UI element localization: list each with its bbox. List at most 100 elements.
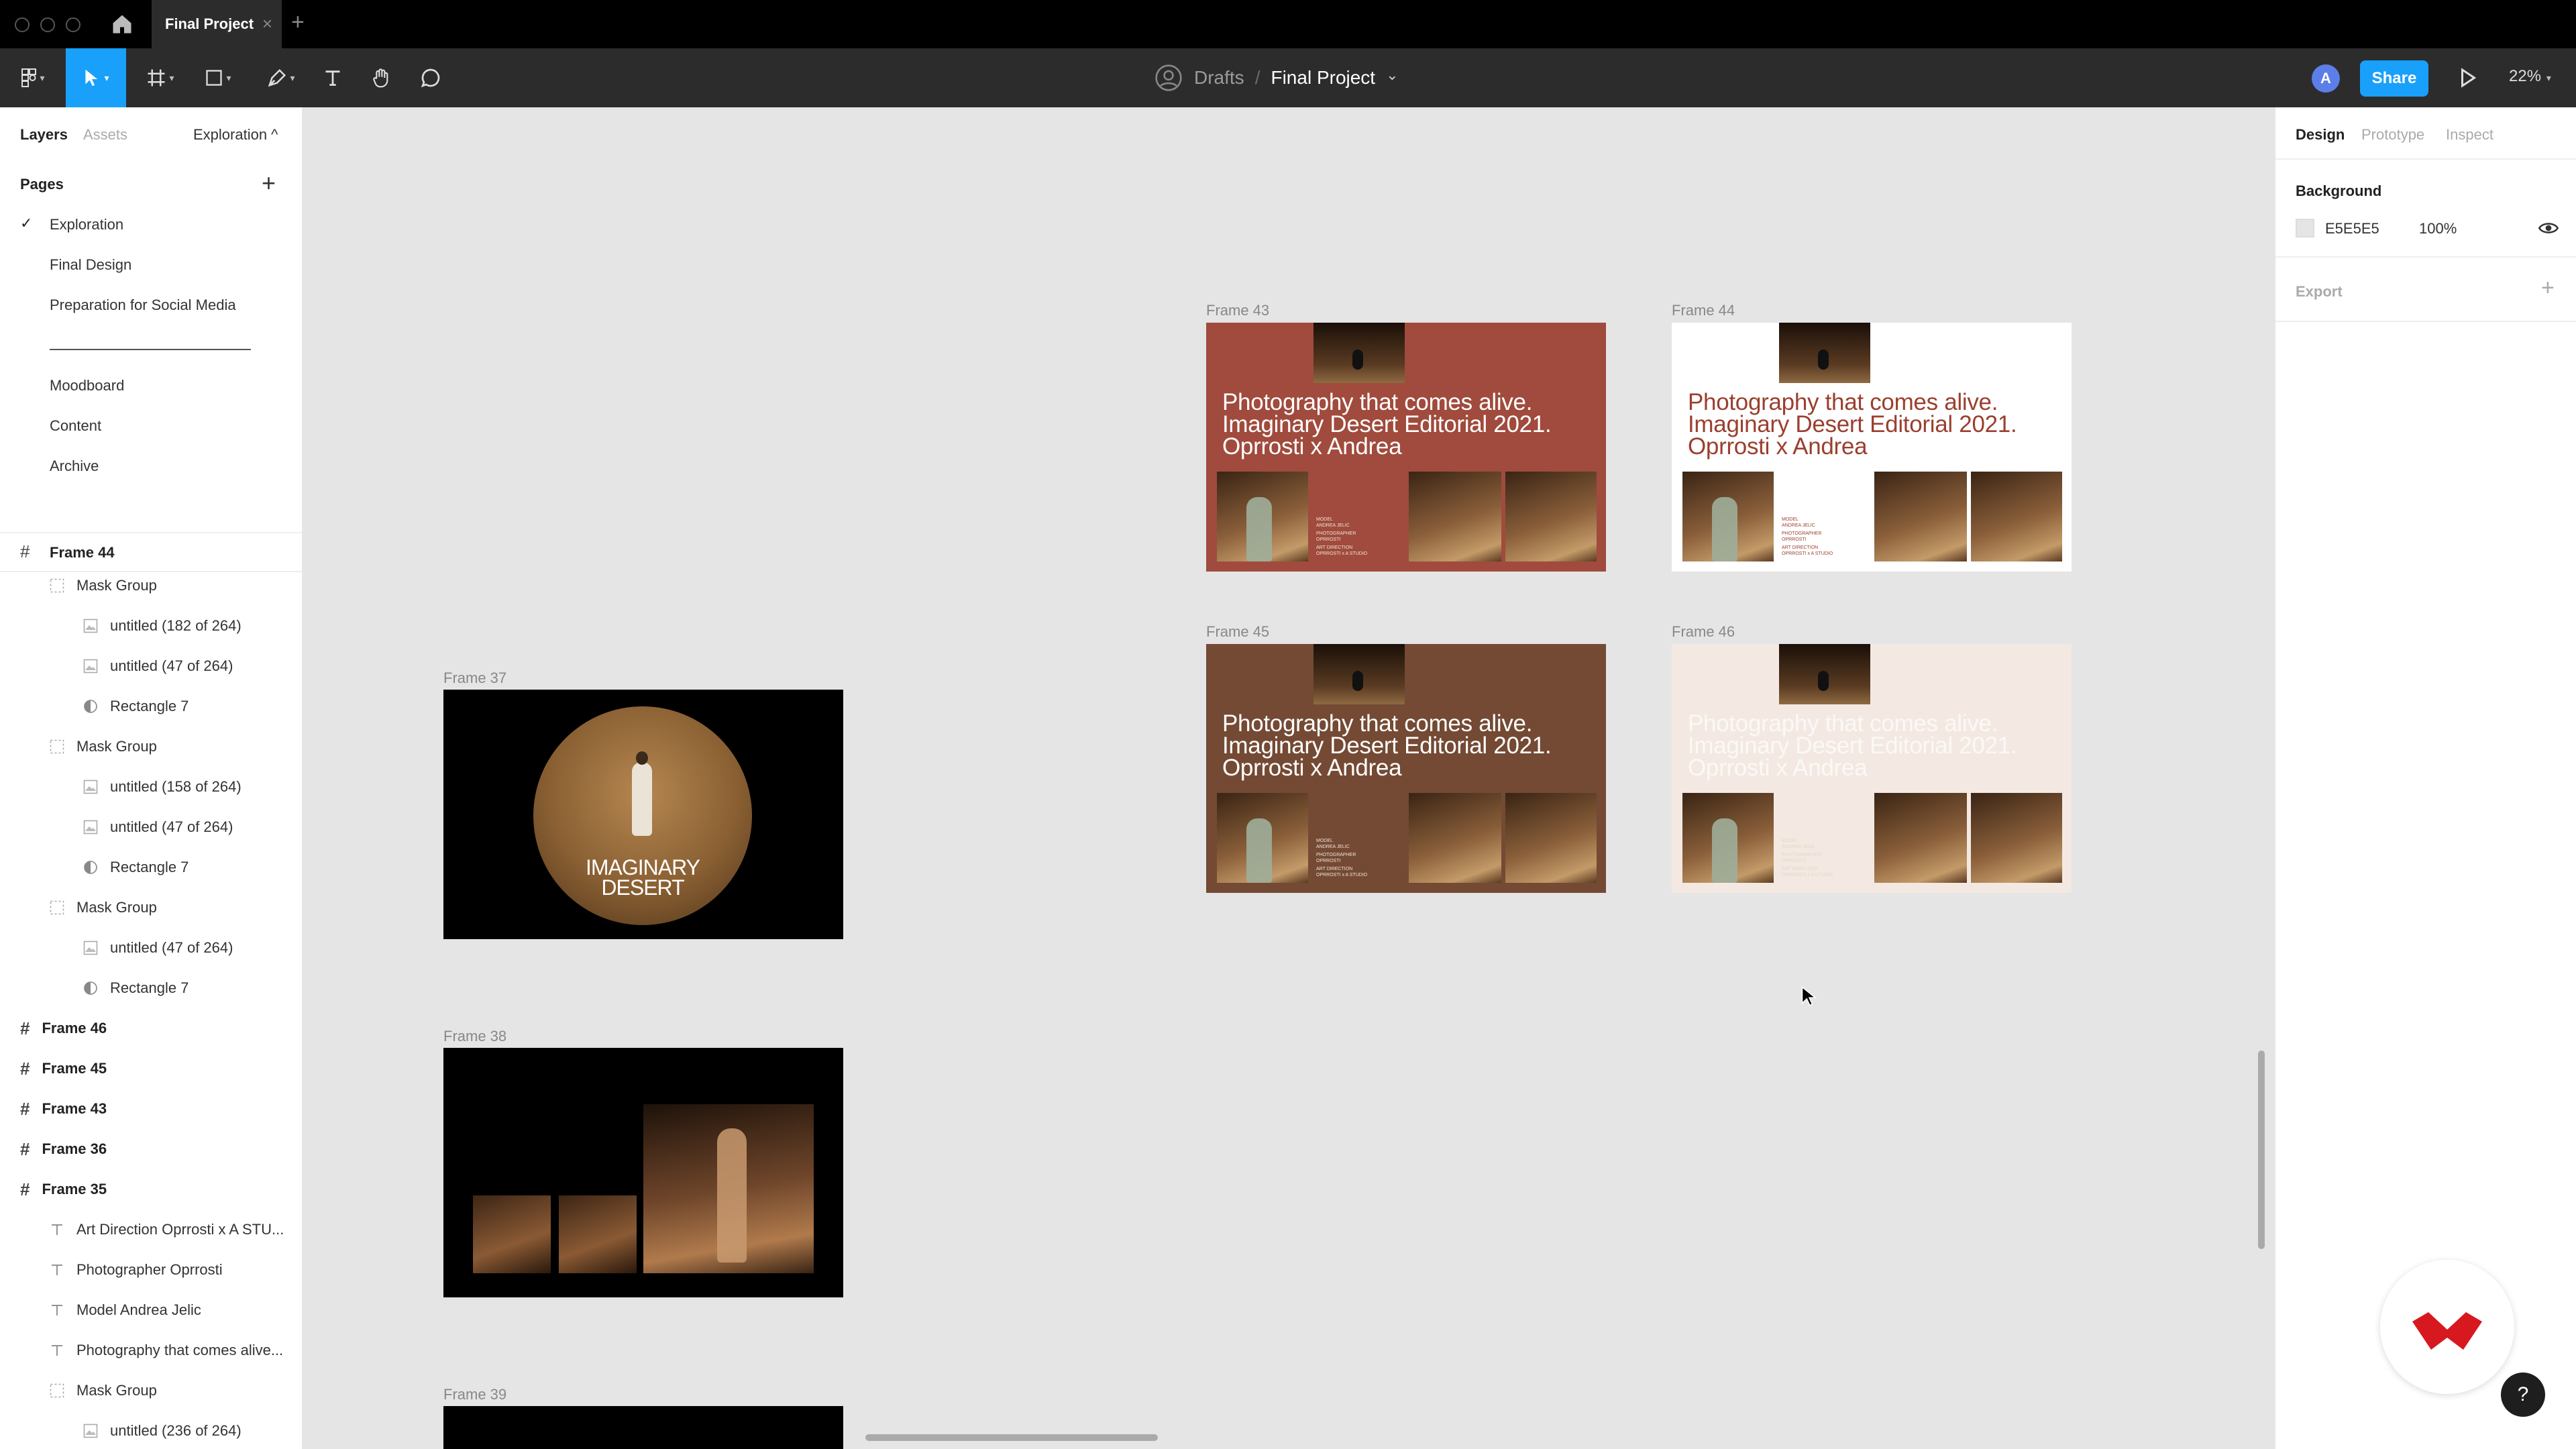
chevron-down-icon[interactable]: ⌄ <box>1386 66 1398 84</box>
credit-line: ART DIRECTION <box>1316 867 1353 871</box>
comment-tool-button[interactable] <box>416 48 445 107</box>
credit-line: ANDREA JELIC <box>1316 523 1350 528</box>
layer-row-text[interactable]: Art Direction Oprrosti x A STU... <box>50 1210 284 1250</box>
layer-row-rect[interactable]: Rectangle 7 <box>83 968 189 1008</box>
background-color-swatch[interactable] <box>2296 219 2314 237</box>
rectangle-icon <box>83 981 98 996</box>
tab-design[interactable]: Design <box>2296 126 2345 144</box>
layer-row-image[interactable]: untitled (47 of 264) <box>83 807 233 847</box>
text-icon <box>325 70 340 86</box>
help-button[interactable]: ? <box>2501 1373 2545 1417</box>
page-item-social-media[interactable]: Preparation for Social Media <box>50 297 236 314</box>
layer-row-rect[interactable]: Rectangle 7 <box>83 847 189 888</box>
photo-model-standing <box>1874 472 1967 561</box>
page-item-moodboard[interactable]: Moodboard <box>50 377 124 394</box>
background-hex-input[interactable]: E5E5E5 <box>2325 220 2379 237</box>
horizontal-scrollbar[interactable] <box>865 1434 1158 1441</box>
hand-tool-button[interactable] <box>366 48 396 107</box>
frame-38[interactable] <box>443 1048 843 1297</box>
page-item-final-design[interactable]: Final Design <box>50 256 131 274</box>
share-button[interactable]: Share <box>2360 60 2428 97</box>
cursor-icon <box>1799 985 1819 1011</box>
window-close-control[interactable] <box>15 17 30 32</box>
shape-tool-button[interactable]: ▾ <box>195 48 241 107</box>
zoom-menu[interactable]: 22% ▾ <box>2509 67 2551 86</box>
frame-label-46[interactable]: Frame 46 <box>1672 623 1735 641</box>
layer-row-rect[interactable]: Rectangle 7 <box>83 686 189 727</box>
text-layer-icon <box>50 1222 64 1237</box>
text-tool-button[interactable] <box>318 48 347 107</box>
headline-line-1: Photography that comes alive. <box>1222 710 1533 737</box>
layer-row-text[interactable]: Photographer Oprrosti <box>50 1250 223 1290</box>
frame-label-43[interactable]: Frame 43 <box>1206 302 1269 319</box>
background-opacity-input[interactable]: 100% <box>2419 220 2457 237</box>
credits-block: MODEL ANDREA JELIC PHOTOGRAPHER OPRROSTI ART… <box>1782 839 1869 878</box>
layer-label: Art Direction Oprrosti x A STU... <box>76 1221 284 1238</box>
move-tool-button[interactable]: ▾ <box>66 48 126 107</box>
page-item-content[interactable]: Content <box>50 417 101 435</box>
close-tab-icon[interactable]: × <box>262 13 272 34</box>
layer-row-frame[interactable]: # Frame 36 <box>20 1129 107 1169</box>
present-button[interactable] <box>2455 66 2479 90</box>
layer-row-image[interactable]: untitled (236 of 264) <box>83 1411 241 1449</box>
avatar[interactable]: A <box>2312 64 2340 93</box>
frame-label-44[interactable]: Frame 44 <box>1672 302 1735 319</box>
frame-37[interactable]: IMAGINARY DESERT <box>443 690 843 939</box>
layer-row-mask[interactable]: Mask Group <box>50 1371 157 1411</box>
layer-row-mask[interactable]: Mask Group <box>50 727 157 767</box>
main-menu-button[interactable]: ▾ <box>12 48 54 107</box>
frame-icon: # <box>20 1179 30 1199</box>
layer-label: untitled (236 of 264) <box>110 1422 241 1439</box>
layer-row-frame[interactable]: # Frame 43 <box>20 1089 107 1129</box>
breadcrumb-file-name[interactable]: Final Project <box>1271 67 1375 89</box>
layer-row-image[interactable]: untitled (47 of 264) <box>83 928 233 968</box>
layer-row-frame[interactable]: # Frame 35 <box>20 1169 107 1210</box>
shape-icon <box>206 70 223 86</box>
poster-title-line-2: DESERT <box>601 875 684 900</box>
layer-row-frame[interactable]: # Frame 46 <box>20 1008 107 1049</box>
layer-row-mask[interactable]: Mask Group <box>50 572 157 606</box>
layer-row-frame[interactable]: # Frame 45 <box>20 1049 107 1089</box>
eye-icon[interactable] <box>2538 220 2559 239</box>
credits-block: MODEL ANDREA JELIC PHOTOGRAPHER OPRROSTI ART… <box>1316 839 1403 878</box>
frame-label-37[interactable]: Frame 37 <box>443 669 506 687</box>
credit-line: ART DIRECTION <box>1782 545 1819 550</box>
vertical-scrollbar[interactable] <box>2258 1051 2265 1249</box>
page-item-exploration[interactable]: Exploration <box>50 216 123 233</box>
frame-39[interactable] <box>443 1406 843 1449</box>
page-item-archive[interactable]: Archive <box>50 458 99 475</box>
frame-46[interactable]: Photography that comes alive. Imaginary … <box>1672 644 2072 893</box>
window-maximize-control[interactable] <box>66 17 80 32</box>
layer-row-text[interactable]: Model Andrea Jelic <box>50 1290 201 1330</box>
home-icon[interactable] <box>110 12 134 36</box>
layer-row-image[interactable]: untitled (47 of 264) <box>83 646 233 686</box>
frame-44[interactable]: Photography that comes alive. Imaginary … <box>1672 323 2072 572</box>
layer-label: Photography that comes alive... <box>76 1342 284 1358</box>
tab-assets[interactable]: Assets <box>83 126 127 144</box>
frame-tool-button[interactable]: ▾ <box>137 48 184 107</box>
tab-layers[interactable]: Layers <box>20 126 68 144</box>
layer-row-text[interactable]: Photography that comes alive... <box>50 1330 283 1371</box>
tab-final-project[interactable]: Final Project × <box>152 0 282 48</box>
tab-prototype[interactable]: Prototype <box>2361 126 2424 144</box>
layer-row-mask[interactable]: Mask Group <box>50 888 157 928</box>
page-switcher[interactable]: Exploration ^ <box>193 126 278 144</box>
photo-thumb-1 <box>473 1195 551 1273</box>
frame-45[interactable]: Photography that comes alive. Imaginary … <box>1206 644 1606 893</box>
new-tab-button[interactable]: + <box>291 9 305 36</box>
add-export-button[interactable]: + <box>2541 275 2555 301</box>
tab-inspect[interactable]: Inspect <box>2446 126 2493 144</box>
layer-row-image[interactable]: untitled (158 of 264) <box>83 767 241 807</box>
layer-row-image[interactable]: untitled (182 of 264) <box>83 606 241 646</box>
layer-frame-44[interactable]: # Frame 44 <box>0 532 302 572</box>
pen-tool-button[interactable]: ▾ <box>258 48 305 107</box>
canvas[interactable]: Frame 43 Photography that comes alive. I… <box>303 107 2273 1449</box>
frame-label-38[interactable]: Frame 38 <box>443 1028 506 1045</box>
frame-43[interactable]: Photography that comes alive. Imaginary … <box>1206 323 1606 572</box>
breadcrumb-drafts[interactable]: Drafts <box>1194 67 1244 89</box>
background-section-title: Background <box>2296 182 2382 199</box>
window-minimize-control[interactable] <box>40 17 55 32</box>
frame-label-39[interactable]: Frame 39 <box>443 1386 506 1403</box>
add-page-button[interactable]: + <box>262 169 276 197</box>
frame-label-45[interactable]: Frame 45 <box>1206 623 1269 641</box>
